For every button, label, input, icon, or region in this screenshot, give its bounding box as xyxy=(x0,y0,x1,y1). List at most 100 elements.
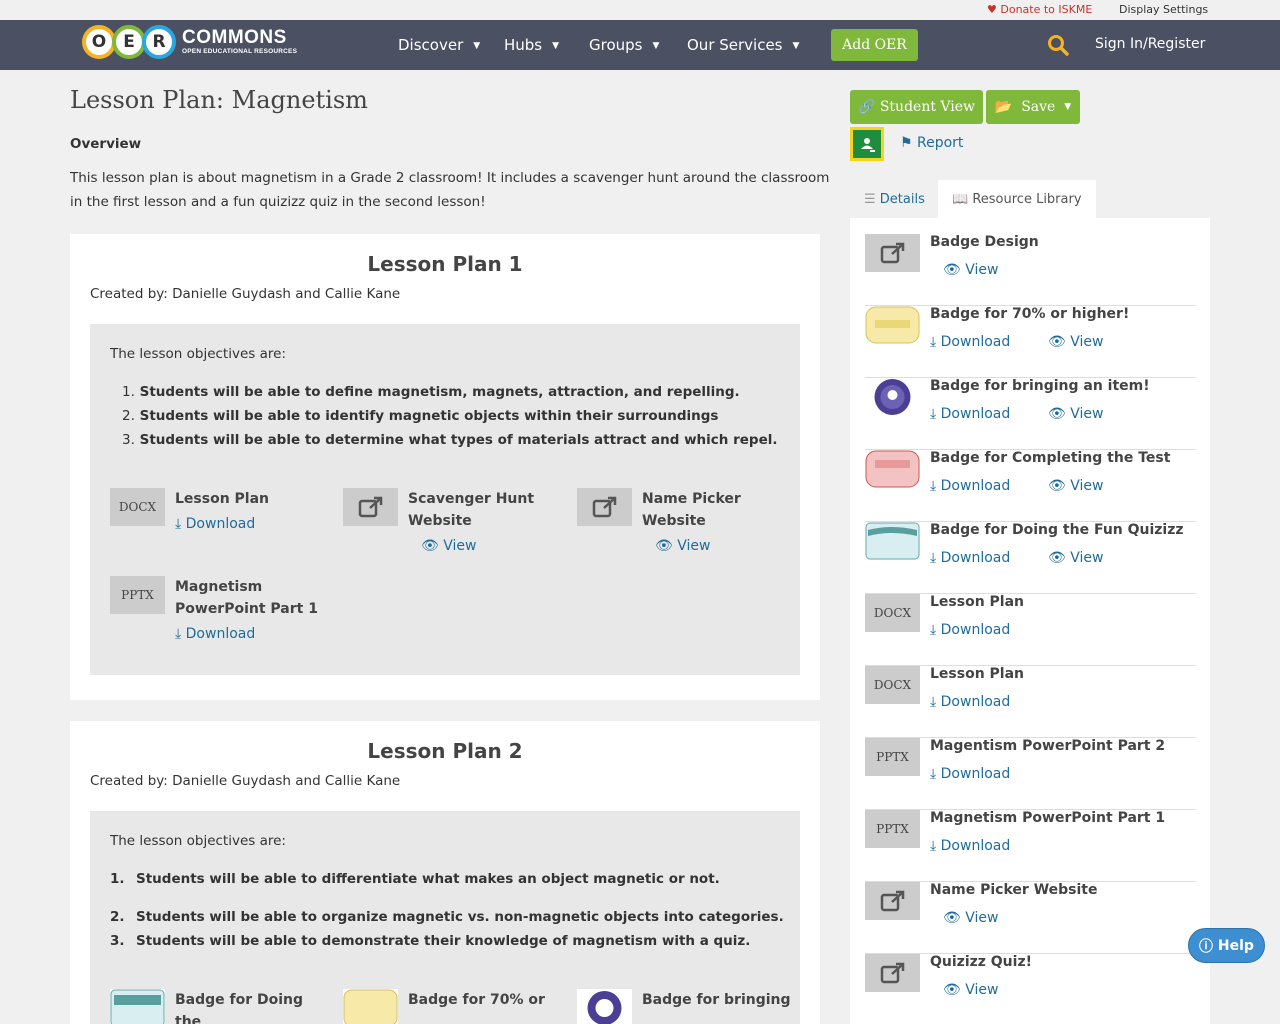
overview-heading: Overview xyxy=(70,136,142,152)
badge-yellow-thumbnail[interactable] xyxy=(865,306,920,344)
lesson-plan-1-author: Created by: Danielle Guydash and Callie … xyxy=(90,286,401,302)
report-link[interactable]: ⚑ Report xyxy=(900,135,963,151)
external-link-icon xyxy=(880,962,904,984)
library-item-title[interactable]: Name Picker Website xyxy=(930,882,1097,898)
docx-thumbnail[interactable]: DOCX xyxy=(110,488,165,526)
library-item: Badge for bringing an item! ⤓ Download 👁… xyxy=(865,378,1196,450)
library-item: Name Picker Website 👁 View xyxy=(865,882,1196,954)
student-view-button[interactable]: 🔗 Student View xyxy=(850,90,983,124)
folder-icon: 📂 xyxy=(994,99,1013,115)
library-item-title[interactable]: Quizizz Quiz! xyxy=(930,954,1032,970)
library-item-title[interactable]: Lesson Plan xyxy=(930,594,1024,610)
docx-thumbnail[interactable]: DOCX xyxy=(865,594,920,632)
download-link[interactable]: ⤓ Download xyxy=(930,622,1010,638)
nav-discover[interactable]: Discover ▼ xyxy=(398,36,480,54)
library-item-title[interactable]: Magnetism PowerPoint Part 1 xyxy=(930,810,1165,826)
objective-item: 3. Students will be able to determine wh… xyxy=(122,432,778,448)
library-item-title[interactable]: Badge for Doing the Fun Quizizz xyxy=(930,522,1184,538)
resource-title[interactable]: Name Picker Website xyxy=(642,488,792,532)
download-link[interactable]: ⤓ Download xyxy=(930,838,1010,854)
nav-our-services[interactable]: Our Services ▼ xyxy=(687,36,799,54)
download-link[interactable]: ⤓ Download xyxy=(930,478,1010,494)
pptx-thumbnail[interactable]: PPTX xyxy=(110,576,165,614)
nav-hubs[interactable]: Hubs ▼ xyxy=(504,36,559,54)
download-icon: ⤓ xyxy=(930,406,937,422)
tab-resource-library[interactable]: 📖 Resource Library xyxy=(938,180,1096,218)
resource-powerpoint-1: PPTX Magnetism PowerPoint Part 1 ⤓ Downl… xyxy=(110,576,330,656)
view-link[interactable]: 👁 View xyxy=(943,982,998,998)
download-link[interactable]: ⤓ Download xyxy=(930,550,1010,566)
resource-title[interactable]: Lesson Plan xyxy=(175,488,325,510)
resource-title[interactable]: Magnetism PowerPoint Part 1 xyxy=(175,576,325,620)
view-link[interactable]: 👁 View xyxy=(421,538,476,554)
library-item: Badge for 70% or higher! ⤓ Download 👁 Vi… xyxy=(865,306,1196,378)
view-link[interactable]: 👁 View xyxy=(655,538,710,554)
external-link-thumbnail[interactable] xyxy=(865,954,920,992)
resource-lesson-plan: DOCX Lesson Plan ⤓ Download xyxy=(110,488,330,548)
view-link[interactable]: 👁 View xyxy=(1048,406,1103,422)
docx-thumbnail[interactable]: DOCX xyxy=(865,666,920,704)
view-link[interactable]: 👁 View xyxy=(1048,334,1103,350)
sign-in-register-link[interactable]: Sign In/Register xyxy=(1095,36,1205,52)
library-item-title[interactable]: Lesson Plan xyxy=(930,666,1024,682)
download-link[interactable]: ⤓ Download xyxy=(930,694,1010,710)
resource-badge-bringing: Badge for bringing xyxy=(577,989,797,1024)
display-settings-link[interactable]: Display Settings xyxy=(1119,3,1208,16)
add-oer-button[interactable]: Add OER xyxy=(831,29,918,61)
objective-item: 2. Students will be able to identify mag… xyxy=(122,408,719,424)
library-item-title[interactable]: Badge for 70% or higher! xyxy=(930,306,1129,322)
download-icon: ⤓ xyxy=(930,334,937,350)
resource-title[interactable]: Badge for bringing xyxy=(642,989,792,1011)
library-item: Badge for Completing the Test ⤓ Download… xyxy=(865,450,1196,522)
nav-groups[interactable]: Groups ▼ xyxy=(589,36,659,54)
external-link-thumbnail[interactable] xyxy=(577,488,632,526)
badge-red-thumbnail[interactable] xyxy=(865,450,920,488)
download-icon: ⤓ xyxy=(175,626,182,642)
logo-tagline: OPEN EDUCATIONAL RESOURCES xyxy=(182,48,298,56)
view-link[interactable]: 👁 View xyxy=(1048,478,1103,494)
resource-title[interactable]: Badge for 70% or xyxy=(408,989,558,1011)
resource-title[interactable]: Badge for Doing the xyxy=(175,989,325,1024)
download-link[interactable]: ⤓ Download xyxy=(175,516,255,532)
lesson-plan-2-author: Created by: Danielle Guydash and Callie … xyxy=(90,773,401,789)
view-link[interactable]: 👁 View xyxy=(1048,550,1103,566)
external-link-thumbnail[interactable] xyxy=(865,882,920,920)
objective-item: 2. Students will be able to organize magn… xyxy=(110,909,784,925)
logo-name: COMMONS xyxy=(182,27,287,49)
resource-title[interactable]: Scavenger Hunt Website xyxy=(408,488,558,532)
google-classroom-share-icon[interactable] xyxy=(850,127,884,161)
library-item-title[interactable]: Magentism PowerPoint Part 2 xyxy=(930,738,1165,754)
resource-name-picker: Name Picker Website 👁 View xyxy=(577,488,797,568)
download-link[interactable]: ⤓ Download xyxy=(175,626,255,642)
oer-commons-logo[interactable]: O E R COMMONS OPEN EDUCATIONAL RESOURCES xyxy=(82,25,297,59)
badge-thumbnail[interactable] xyxy=(110,989,165,1024)
objectives-intro: The lesson objectives are: xyxy=(110,346,286,362)
library-item: Badge Design 👁 View xyxy=(865,234,1196,306)
external-link-thumbnail[interactable] xyxy=(865,234,920,272)
library-item: Badge for Doing the Fun Quizizz ⤓ Downlo… xyxy=(865,522,1196,594)
download-link[interactable]: ⤓ Download xyxy=(930,406,1010,422)
download-icon: ⤓ xyxy=(930,766,937,782)
list-icon: ☰ xyxy=(864,191,876,207)
tab-details[interactable]: ☰ Details xyxy=(850,180,939,218)
search-icon[interactable] xyxy=(1047,34,1069,56)
library-item-title[interactable]: Badge for Completing the Test xyxy=(930,450,1170,466)
pptx-thumbnail[interactable]: PPTX xyxy=(865,810,920,848)
eye-icon: 👁 xyxy=(1048,478,1066,494)
download-link[interactable]: ⤓ Download xyxy=(930,766,1010,782)
badge-purple-thumbnail[interactable] xyxy=(865,378,920,416)
download-link[interactable]: ⤓ Download xyxy=(930,334,1010,350)
badge-teal-thumbnail[interactable] xyxy=(865,522,920,560)
library-item-title[interactable]: Badge for bringing an item! xyxy=(930,378,1150,394)
badge-thumbnail[interactable] xyxy=(577,989,632,1024)
external-link-thumbnail[interactable] xyxy=(343,488,398,526)
pptx-thumbnail[interactable]: PPTX xyxy=(865,738,920,776)
view-link[interactable]: 👁 View xyxy=(943,262,998,278)
donate-link[interactable]: ♥ Donate to ISKME xyxy=(987,3,1092,16)
help-button[interactable]: ⓘ Help xyxy=(1188,928,1265,963)
library-item-title[interactable]: Badge Design xyxy=(930,234,1039,250)
view-link[interactable]: 👁 View xyxy=(943,910,998,926)
badge-thumbnail[interactable] xyxy=(343,989,398,1024)
utility-bar: ♥ Donate to ISKME Display Settings xyxy=(0,0,1280,20)
save-button[interactable]: 📂 Save ▼ xyxy=(986,90,1080,124)
